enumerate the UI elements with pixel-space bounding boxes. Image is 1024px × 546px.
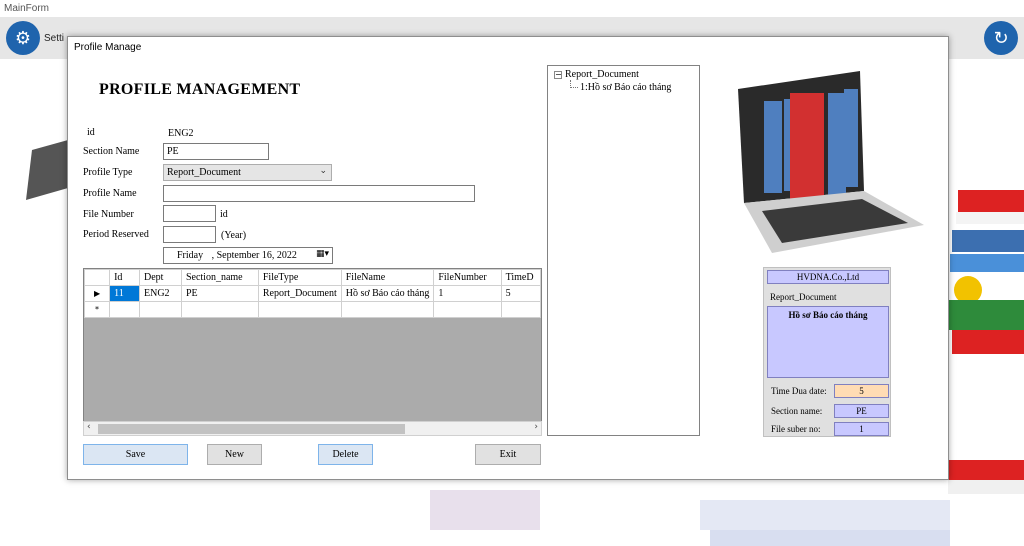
tree-connector [570,80,578,88]
new-button[interactable]: New [207,444,262,465]
date-rest: , September 16, 2022 [211,250,297,261]
id-label: id [87,127,95,138]
laptop-decoration-icon [26,140,68,200]
cell-file-name[interactable]: Hồ sơ Báo cáo tháng [340,285,435,302]
column-header-section-name[interactable]: Section_name [180,269,259,286]
file-number-suffix: id [220,209,228,220]
gears-icon: ⚙ [6,21,40,55]
save-button[interactable]: Save [83,444,188,465]
time-due-label: Time Dua date: [771,386,827,396]
exit-button[interactable]: Exit [475,444,541,465]
new-row-marker: * [84,301,111,318]
period-reserved-label: Period Reserved [83,229,149,240]
scroll-right-icon[interactable]: › [534,422,538,432]
redo-button[interactable]: ↻ [984,19,1018,57]
column-header-file-number[interactable]: FileNumber [433,269,502,286]
company-name: HVDNA.Co.,Ltd [767,270,889,284]
file-number-label: File Number [83,209,134,220]
redo-icon: ↻ [984,21,1018,55]
grid-header-row: Id Dept Section_name FileType FileName F… [84,269,541,286]
cell-file-number[interactable]: 1 [433,285,502,302]
profile-manage-dialog: Profile Manage PROFILE MANAGEMENT id ENG… [67,36,949,480]
settings-label: Setti [44,32,65,44]
chevron-down-icon: ⌄ [319,166,327,176]
row-selected-marker: ▶ [84,285,111,302]
main-window-title: MainForm [4,3,50,14]
panel-section-label: Section name: [771,406,823,416]
cell-section-name[interactable]: PE [180,285,259,302]
profile-type-value: Report_Document [167,167,241,178]
tree-node-root-label: Report_Document [565,69,639,80]
panel-doc-name: Hồ sơ Báo cáo tháng [767,306,889,378]
profile-type-select[interactable]: Report_Document ⌄ [163,164,332,181]
new-cell[interactable] [340,301,435,318]
collapse-icon[interactable]: − [554,70,562,79]
tree-node-child[interactable]: 1:Hồ sơ Báo cáo tháng [580,82,671,93]
laptop-folders-illustration [738,71,924,253]
document-tree[interactable]: − Report_Document 1:Hồ sơ Báo cáo tháng [547,65,700,436]
profile-name-input[interactable] [163,185,475,202]
scroll-left-icon[interactable]: ‹ [87,422,91,432]
new-cell[interactable] [257,301,342,318]
section-name-input[interactable]: PE [163,143,269,160]
books-decoration-icon [948,190,1024,494]
profile-table: Id Dept Section_name FileType FileName F… [84,269,541,318]
new-cell[interactable] [500,301,541,318]
cell-file-type[interactable]: Report_Document [257,285,342,302]
delete-button[interactable]: Delete [318,444,373,465]
date-day: Friday [177,250,204,261]
panel-section-value: PE [834,404,889,418]
column-header-dept[interactable]: Dept [138,269,182,286]
column-header-id[interactable]: Id [109,269,140,286]
table-row[interactable]: ▶ 11 ENG2 PE Report_Document Hồ sơ Báo c… [84,285,541,302]
section-name-label: Section Name [83,146,140,157]
time-due-value: 5 [834,384,889,398]
page-heading: PROFILE MANAGEMENT [99,81,301,98]
date-picker[interactable]: Friday , September 16, 2022 ▦▾ [163,247,333,264]
cell-time[interactable]: 5 [500,285,541,302]
new-cell[interactable] [433,301,502,318]
scrollbar-thumb[interactable] [98,424,405,434]
new-cell[interactable] [180,301,259,318]
new-table-row[interactable]: * [84,301,541,318]
profile-grid[interactable]: Id Dept Section_name FileType FileName F… [83,268,542,436]
profile-type-label: Profile Type [83,167,133,178]
id-value: ENG2 [168,128,194,139]
panel-doc-type: Report_Document [770,292,837,302]
tree-node-root[interactable]: − Report_Document [554,69,639,80]
new-cell[interactable] [138,301,182,318]
calendar-dropdown-icon: ▦▾ [315,249,329,259]
books-bottom-decoration-icon [430,490,950,546]
dialog-title: Profile Manage [74,42,142,53]
column-header-file-type[interactable]: FileType [257,269,342,286]
period-reserved-input[interactable] [163,226,216,243]
cell-id[interactable]: 11 [109,285,140,302]
grid-horizontal-scrollbar[interactable]: ‹ › [83,421,542,436]
file-suber-label: File suber no: [771,424,821,434]
grid-corner-cell [84,269,111,286]
file-suber-value: 1 [834,422,889,436]
cell-dept[interactable]: ENG2 [138,285,182,302]
column-header-time[interactable]: TimeD [500,269,541,286]
profile-name-label: Profile Name [83,188,137,199]
summary-panel: HVDNA.Co.,Ltd Report_Document Hồ sơ Báo … [763,267,891,437]
new-cell[interactable] [109,301,140,318]
period-reserved-suffix: (Year) [221,230,247,241]
settings-button[interactable]: ⚙ Setti [6,19,64,57]
column-header-file-name[interactable]: FileName [340,269,435,286]
file-number-input[interactable] [163,205,216,222]
